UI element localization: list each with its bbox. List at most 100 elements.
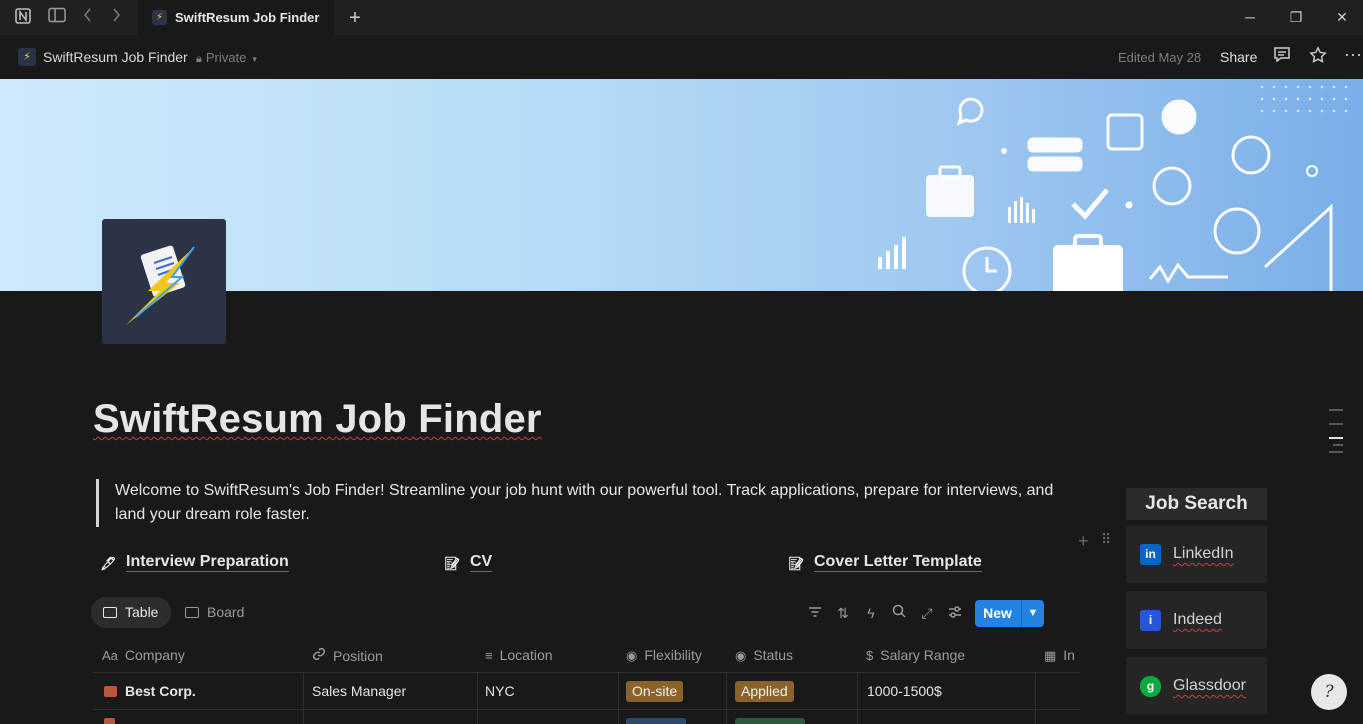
table-row[interactable]: Best Corp. [104, 683, 196, 699]
column-label: Position [333, 648, 383, 664]
new-tab-button[interactable]: + [344, 7, 366, 29]
column-label: Company [124, 647, 185, 663]
breadcrumb[interactable]: SwiftResum Job Finder [43, 49, 188, 65]
page-title-text: SwiftResum Job Finder [93, 397, 542, 441]
salary-cell[interactable]: 1000-1500$ [867, 683, 942, 699]
tab-board-view[interactable]: Board [185, 597, 244, 628]
chevron-down-icon: ▾ [252, 54, 257, 64]
close-button[interactable]: ✕ [1332, 8, 1352, 26]
job-site-linkedin[interactable]: in LinkedIn [1126, 525, 1267, 583]
text-property-icon: Aa [102, 648, 118, 663]
page-topbar: ⚡ SwiftResum Job Finder 🔒︎ Private ▾ Edite… [0, 35, 1363, 79]
new-entry-button[interactable]: New ▼ [975, 600, 1044, 627]
column-divider [1035, 673, 1036, 724]
expand-icon[interactable]: ⤢ [916, 602, 938, 624]
link-label: Cover Letter Template [814, 553, 982, 572]
favorite-star-icon[interactable] [1307, 46, 1329, 68]
view-label: Board [207, 604, 245, 620]
flexibility-tag[interactable]: On-site [626, 681, 684, 702]
link-cover-letter-template[interactable]: 📝︎ Cover Letter Template [788, 553, 982, 572]
tab-swiftresum[interactable]: ⚡ SwiftResum Job Finder [138, 0, 334, 35]
description-quote[interactable]: Welcome to SwiftResum's Job Finder! Stre… [96, 479, 1066, 527]
automation-icon[interactable]: ϟ [860, 602, 882, 624]
select-property-icon: ◉ [626, 648, 638, 663]
column-label: Status [753, 647, 794, 663]
chevron-down-icon[interactable]: ▼ [1021, 600, 1044, 627]
edited-timestamp: Edited May 28 [1118, 50, 1202, 65]
column-header-location[interactable]: ≡ Location [485, 647, 553, 663]
job-site-label: LinkedIn [1173, 545, 1234, 562]
board-icon [185, 607, 199, 618]
filter-icon[interactable] [804, 602, 826, 624]
position-cell[interactable]: Sales Manager [312, 683, 406, 699]
table-icon [103, 607, 117, 618]
column-header-interview[interactable]: ▦ In [1044, 647, 1075, 664]
column-divider [726, 673, 727, 724]
view-label: Table [125, 604, 159, 620]
job-site-label: Glassdoor [1173, 677, 1246, 694]
sidebar-toggle-icon[interactable] [46, 7, 68, 29]
toc-marker[interactable] [1329, 451, 1343, 453]
notion-logo-icon[interactable] [12, 7, 34, 29]
lightning-document-icon [126, 245, 195, 325]
toc-marker[interactable] [1333, 444, 1343, 446]
column-header-status[interactable]: ◉ Status [735, 647, 793, 664]
job-site-indeed[interactable]: i Indeed [1126, 591, 1267, 649]
memo-icon: 📝︎ [788, 556, 805, 571]
column-label: In [1063, 647, 1075, 663]
toc-marker-active[interactable] [1329, 437, 1343, 439]
comments-icon[interactable] [1271, 46, 1293, 68]
job-search-heading: Job Search [1126, 488, 1267, 520]
flexibility-tag[interactable] [626, 718, 686, 724]
link-label: CV [470, 553, 493, 572]
column-divider [303, 673, 304, 724]
window-titlebar: ⚡ SwiftResum Job Finder + ─ ❐ ✕ [0, 0, 1363, 35]
linkedin-icon: in [1140, 544, 1161, 565]
page-title[interactable]: SwiftResum Job Finder [93, 397, 542, 442]
help-button[interactable]: ? [1311, 674, 1347, 710]
privacy-menu[interactable]: 🔒︎ Private ▾ [196, 50, 257, 66]
column-divider [618, 673, 619, 724]
minimize-button[interactable]: ─ [1240, 8, 1260, 26]
tab-title: SwiftResum Job Finder [175, 10, 320, 25]
search-icon[interactable] [888, 602, 910, 624]
tab-table-view[interactable]: Table [91, 597, 171, 628]
column-divider [477, 673, 478, 724]
glassdoor-icon: g [1140, 676, 1161, 697]
page-breadcrumb-icon: ⚡ [18, 48, 36, 66]
status-property-icon: ◉ [735, 648, 747, 663]
add-block-icon[interactable]: + [1078, 531, 1089, 552]
forward-icon[interactable] [105, 7, 127, 29]
restore-button[interactable]: ❐ [1286, 8, 1306, 26]
link-property-icon [312, 647, 326, 664]
company-cell: Best Corp. [125, 683, 196, 699]
status-tag[interactable]: Applied [735, 681, 794, 702]
settings-sliders-icon[interactable] [944, 602, 966, 624]
link-cv[interactable]: 📝︎ CV [444, 553, 493, 572]
new-button-label: New [983, 605, 1012, 621]
location-cell[interactable]: NYC [485, 683, 515, 699]
toc-marker[interactable] [1329, 409, 1343, 411]
lock-icon: 🔒︎ [196, 53, 202, 65]
drag-handle-icon[interactable]: ⠿ [1101, 531, 1111, 548]
share-button[interactable]: Share [1220, 49, 1257, 65]
page-icon[interactable] [102, 219, 226, 344]
column-header-flexibility[interactable]: ◉ Flexibility [626, 647, 702, 664]
job-site-label: Indeed [1173, 611, 1222, 628]
link-interview-preparation[interactable]: 🖋︎ Interview Preparation [100, 553, 289, 572]
more-options-icon[interactable]: ··· [1342, 45, 1363, 68]
page-tab-icon: ⚡ [152, 10, 167, 25]
status-tag[interactable] [735, 718, 805, 724]
briefcase-icon [104, 686, 117, 697]
calendar-property-icon: ▦ [1044, 648, 1057, 663]
briefcase-icon [104, 718, 115, 724]
job-site-glassdoor[interactable]: g Glassdoor [1126, 657, 1267, 715]
column-header-company[interactable]: Aa Company [102, 647, 185, 663]
toc-marker[interactable] [1329, 423, 1343, 425]
sort-icon[interactable]: ⇅ [832, 602, 854, 624]
column-header-position[interactable]: Position [312, 647, 383, 664]
link-label: Interview Preparation [126, 553, 289, 572]
column-label: Flexibility [644, 647, 702, 663]
back-icon[interactable] [77, 7, 99, 29]
column-header-salary-range[interactable]: $ Salary Range [866, 647, 965, 663]
